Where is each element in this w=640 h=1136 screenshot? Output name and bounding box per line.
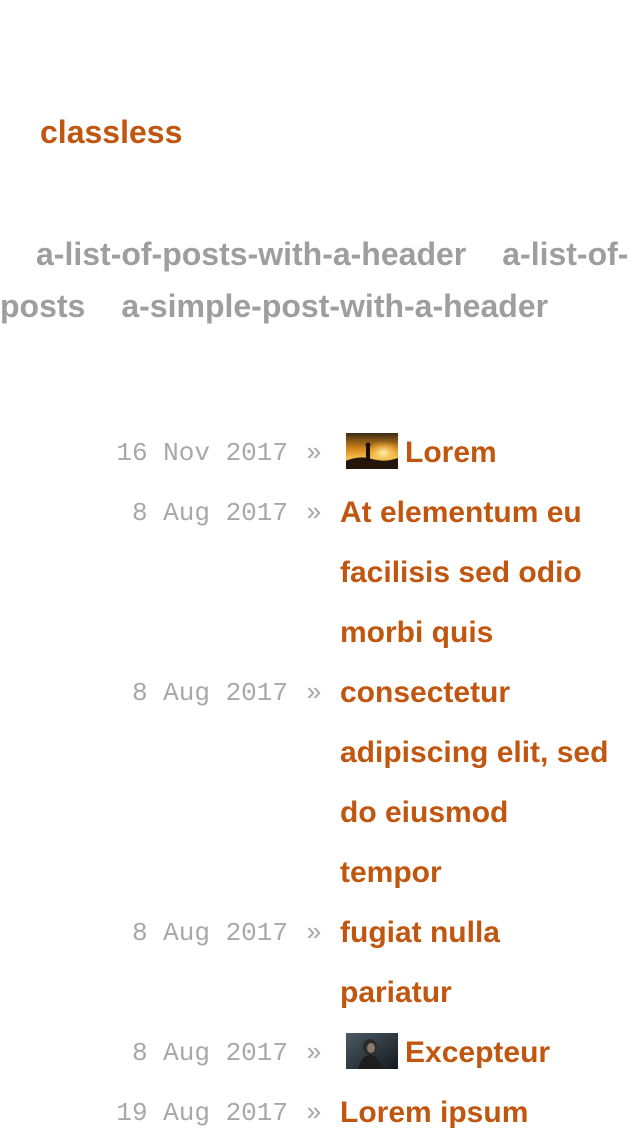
list-item: 16 Nov 2017 » Lorem xyxy=(0,423,640,483)
date-separator: » xyxy=(306,918,322,948)
dark-portrait-thumbnail xyxy=(346,1033,398,1069)
list-item: 19 Aug 2017 » Lorem ipsum xyxy=(0,1083,640,1136)
nav-link-list-of-posts-with-header[interactable]: a-list-of-posts-with-a-header xyxy=(36,236,466,272)
post-title-link[interactable]: Excepteur xyxy=(340,1023,610,1083)
list-item: 8 Aug 2017 » consectetur adipiscing elit… xyxy=(0,663,640,903)
date-separator: » xyxy=(306,678,322,708)
date-separator: » xyxy=(306,498,322,528)
post-list: 16 Nov 2017 » Lorem 8 Aug 2017 » At elem… xyxy=(0,423,640,1136)
post-date: 8 Aug 2017 xyxy=(131,678,288,708)
post-title-text: Excepteur xyxy=(405,1036,551,1069)
post-title-text: Lorem xyxy=(405,436,497,469)
post-title-link[interactable]: Lorem ipsum xyxy=(340,1083,610,1136)
post-title-link[interactable]: At elementum eu facilisis sed odio morbi… xyxy=(340,483,610,663)
date-separator: » xyxy=(306,1098,322,1128)
post-date: 16 Nov 2017 xyxy=(116,438,288,468)
post-title-link[interactable]: Lorem xyxy=(340,423,610,483)
date-separator: » xyxy=(306,438,322,468)
post-date: 8 Aug 2017 xyxy=(131,918,288,948)
nav-link-simple-post-with-header[interactable]: a-simple-post-with-a-header xyxy=(121,288,548,324)
post-date: 8 Aug 2017 xyxy=(131,1038,288,1068)
list-item: 8 Aug 2017 » fugiat nulla pariatur xyxy=(0,903,640,1023)
list-item: 8 Aug 2017 » Excepteur xyxy=(0,1023,640,1083)
main-nav: a-list-of-posts-with-a-header a-list-of-p… xyxy=(0,228,640,332)
list-item: 8 Aug 2017 » At elementum eu facilisis s… xyxy=(0,483,640,663)
date-separator: » xyxy=(306,1038,322,1068)
post-title-link[interactable]: consectetur adipiscing elit, sed do eius… xyxy=(340,663,610,903)
post-date: 19 Aug 2017 xyxy=(116,1098,288,1128)
post-title-link[interactable]: fugiat nulla pariatur xyxy=(340,903,610,1023)
site-title-link[interactable]: classless xyxy=(40,112,182,152)
sunset-person-thumbnail xyxy=(346,433,398,469)
post-date: 8 Aug 2017 xyxy=(131,498,288,528)
